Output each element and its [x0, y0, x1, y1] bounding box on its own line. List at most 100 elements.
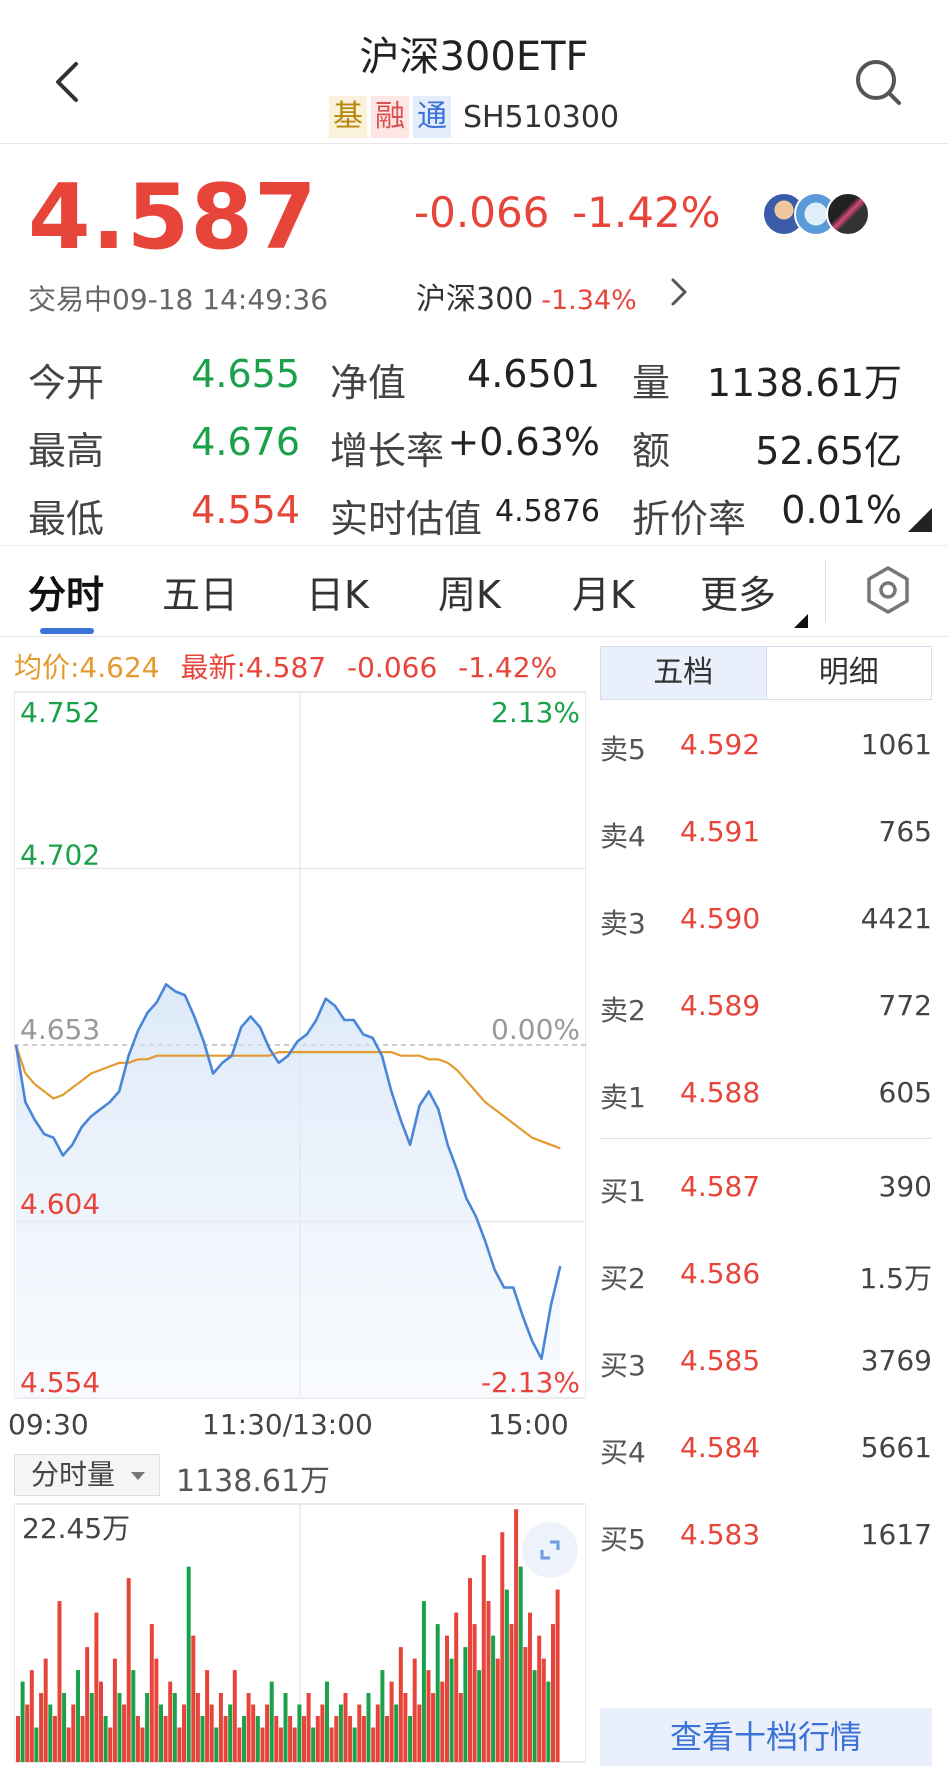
volume-bar — [195, 1693, 200, 1762]
bid-vol: 1.5万 — [859, 1262, 932, 1295]
volume-bar — [223, 1716, 228, 1762]
search-icon[interactable] — [852, 56, 904, 108]
volume-bar — [177, 1727, 182, 1762]
volume-bar — [145, 1693, 150, 1762]
index-name: 沪深300 — [416, 282, 534, 317]
volume-bar — [357, 1704, 362, 1762]
tab-more[interactable]: 更多 — [700, 564, 776, 619]
volume-bar — [131, 1670, 136, 1762]
volume-bar — [311, 1727, 316, 1762]
nav-label: 净值 — [330, 361, 407, 405]
amount-value: 52.65亿 — [755, 429, 902, 473]
volume-bar — [302, 1716, 306, 1762]
volume-bar — [500, 1532, 505, 1762]
discount-label: 折价率 — [632, 497, 747, 541]
page-title: 沪深300ETF — [359, 34, 589, 80]
growth-value: +0.63% — [447, 420, 600, 464]
volume-bar — [232, 1670, 237, 1762]
bid-row[interactable]: 买1 4.587 390 — [600, 1170, 932, 1210]
ask-row[interactable]: 卖4 4.591 765 — [600, 815, 932, 855]
legend-pct: -1.42% — [458, 651, 558, 684]
tab-monthly-k[interactable]: 月K — [572, 564, 635, 619]
ask-price: 4.589 — [680, 989, 761, 1022]
bid-row[interactable]: 买3 4.585 3769 — [600, 1344, 932, 1384]
ask-vol: 4421 — [860, 902, 932, 935]
volume-bar — [394, 1704, 399, 1762]
ask-row[interactable]: 卖2 4.589 772 — [600, 989, 932, 1029]
volume-bar — [486, 1601, 491, 1762]
volume-bar — [186, 1566, 191, 1762]
volume-bar — [108, 1727, 113, 1762]
bid-row[interactable]: 买5 4.583 1617 — [600, 1518, 932, 1558]
avatar-group[interactable] — [762, 192, 872, 236]
tab-five-day[interactable]: 五日 — [162, 564, 238, 619]
ask-vol: 772 — [878, 989, 932, 1022]
tab-intraday[interactable]: 分时 — [28, 564, 104, 619]
ask-row[interactable]: 卖1 4.588 605 — [600, 1076, 932, 1116]
bid-vol: 1617 — [860, 1518, 932, 1551]
tab-five-levels[interactable]: 五档 — [601, 647, 767, 699]
volume-bar — [29, 1670, 34, 1762]
volume-bar — [458, 1693, 463, 1762]
x-label-close: 15:00 — [488, 1408, 569, 1441]
volume-bar — [472, 1624, 477, 1762]
tab-daily-k[interactable]: 日K — [306, 564, 369, 619]
volume-bar — [454, 1612, 459, 1762]
expand-stats-icon[interactable] — [908, 508, 932, 532]
volume-bar — [297, 1704, 302, 1762]
discount-value: 0.01% — [781, 488, 902, 532]
volume-bar — [361, 1716, 366, 1762]
ask-row[interactable]: 卖5 4.592 1061 — [600, 728, 932, 768]
volume-bar — [352, 1727, 357, 1762]
volume-bar — [200, 1716, 205, 1762]
volume-bar — [532, 1670, 537, 1762]
more-dropdown-icon[interactable] — [794, 614, 808, 628]
y-label-left: 4.752 — [20, 696, 100, 729]
volume-type-dropdown[interactable]: 分时量 — [14, 1454, 160, 1496]
ask-label: 卖2 — [600, 994, 646, 1027]
settings-hexagon-icon[interactable] — [862, 564, 914, 616]
bid-row[interactable]: 买4 4.584 5661 — [600, 1431, 932, 1471]
volume-bar — [491, 1635, 496, 1762]
ask-row[interactable]: 卖3 4.590 4421 — [600, 902, 932, 942]
volume-bar — [182, 1704, 186, 1762]
index-pct: -1.34% — [541, 285, 637, 316]
volume-bar — [481, 1555, 486, 1762]
tag-fund: 基 — [328, 96, 367, 138]
volume-bar — [39, 1693, 44, 1762]
volume-bar — [398, 1647, 403, 1762]
tab-weekly-k[interactable]: 周K — [438, 564, 501, 619]
avatar[interactable] — [826, 192, 870, 236]
expand-icon[interactable] — [522, 1522, 578, 1578]
volume-bar — [260, 1727, 265, 1762]
volume-bar — [159, 1704, 163, 1762]
volume-bar — [435, 1624, 440, 1762]
volume-bar — [371, 1727, 376, 1762]
chevron-right-icon[interactable] — [668, 274, 690, 310]
volume-bar — [334, 1716, 339, 1762]
volume-bar — [214, 1727, 219, 1762]
nav-value: 4.6501 — [467, 352, 600, 396]
tab-detail[interactable]: 明细 — [767, 647, 932, 699]
estimate-value: 4.5876 — [495, 494, 600, 529]
volume-bar — [126, 1578, 131, 1762]
growth-label: 增长率 — [330, 429, 445, 473]
bid-row[interactable]: 买2 4.586 1.5万 — [600, 1257, 932, 1297]
intraday-chart[interactable]: 4.752 4.702 4.653 4.604 4.554 2.13% 0.00% -2.13… — [14, 690, 586, 1400]
open-value: 4.655 — [191, 352, 300, 396]
view-ten-levels-button[interactable]: 查看十档行情 — [600, 1708, 932, 1766]
ask-vol: 765 — [878, 815, 932, 848]
volume-bar — [477, 1670, 482, 1762]
y-label-right: 0.00% — [491, 1013, 580, 1046]
volume-bar — [140, 1727, 145, 1762]
ask-price: 4.590 — [680, 902, 761, 935]
index-link[interactable]: 沪深300 -1.34% — [416, 274, 637, 318]
volume-type-label: 分时量 — [31, 1458, 116, 1491]
volume-bar — [292, 1727, 297, 1762]
y-label-left: 4.604 — [20, 1188, 100, 1221]
last-price: 4.587 — [28, 165, 318, 270]
volume-bar — [62, 1693, 67, 1762]
tag-connect: 通 — [412, 96, 451, 138]
volume-bar — [71, 1704, 76, 1762]
volume-bar — [255, 1716, 260, 1762]
